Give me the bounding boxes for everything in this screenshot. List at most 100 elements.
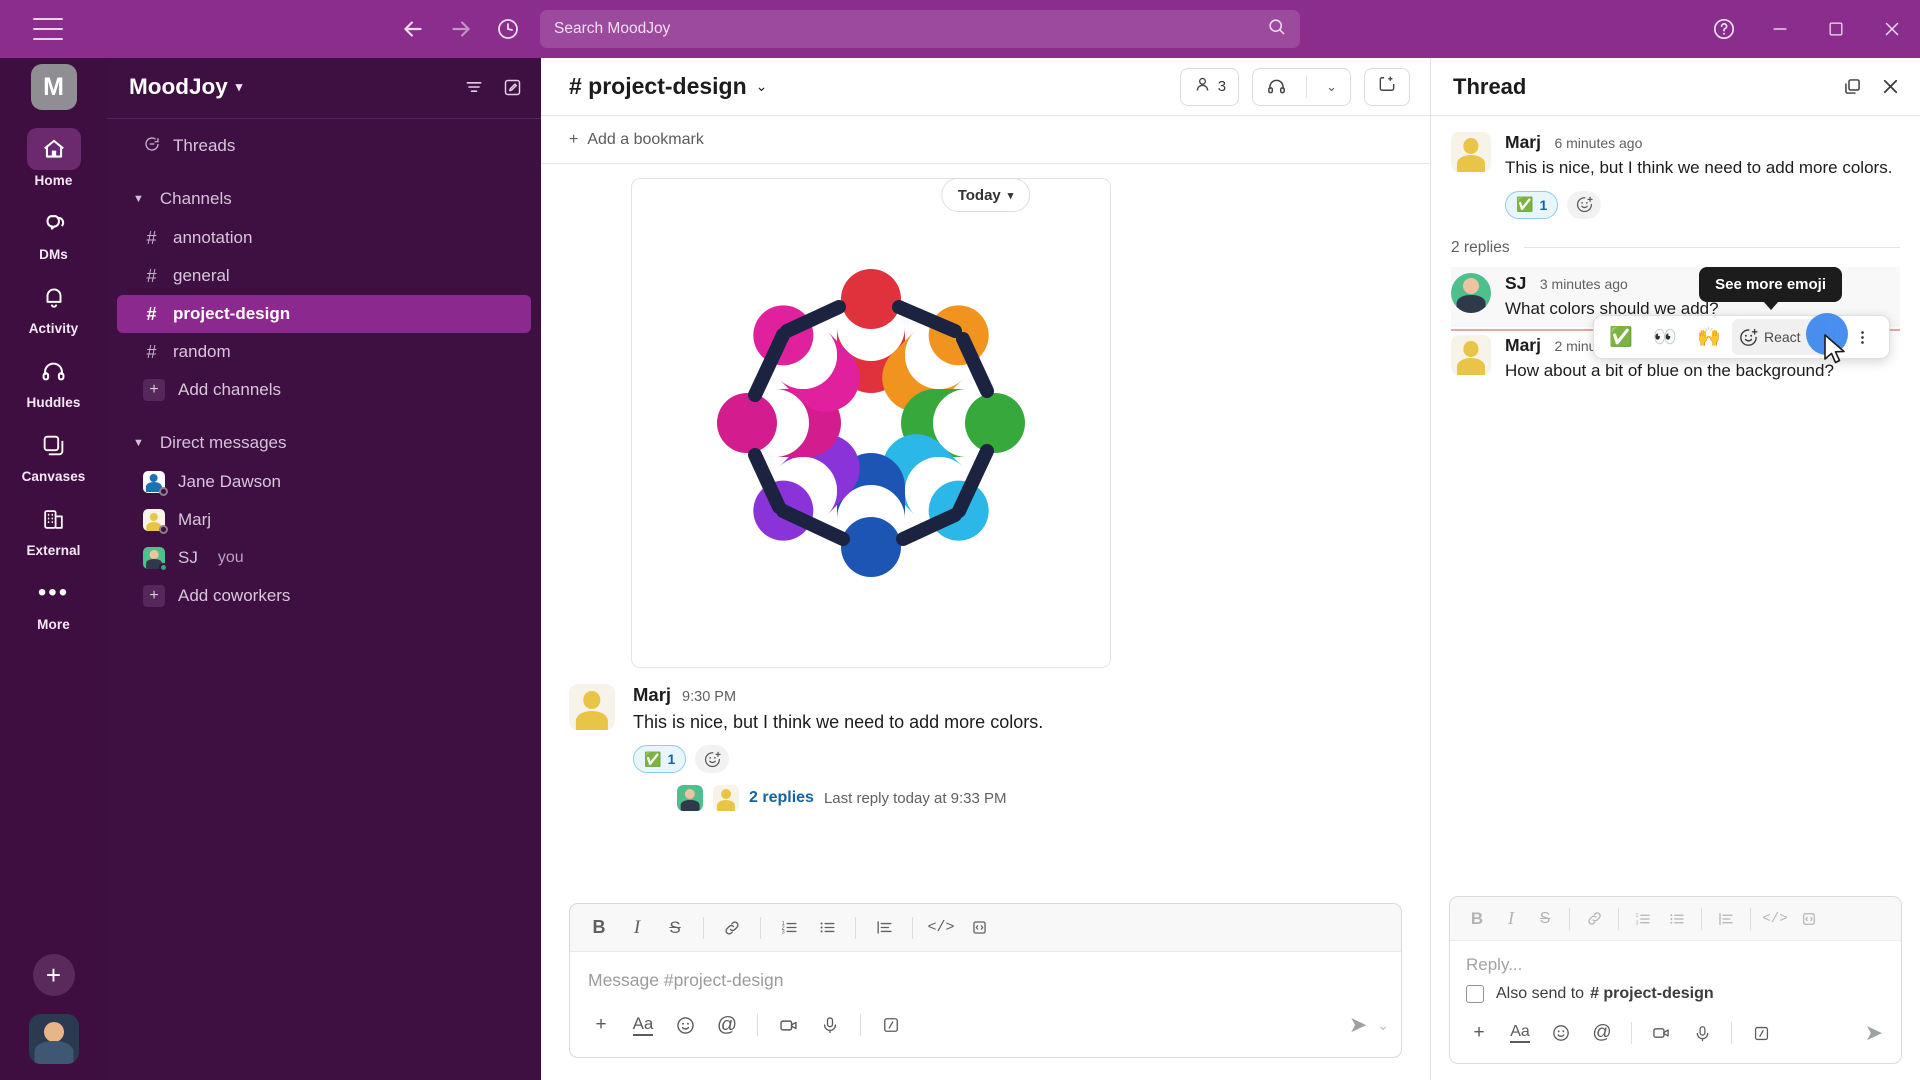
quick-reaction-check-icon[interactable]: ✅	[1600, 319, 1642, 355]
mention-icon[interactable]: @	[708, 1006, 746, 1044]
message-author[interactable]: SJ	[1505, 273, 1526, 293]
section-channels[interactable]: ▼ Channels	[107, 179, 541, 219]
italic-icon[interactable]: I	[1494, 902, 1528, 936]
send-icon[interactable]: ➤	[1857, 1020, 1891, 1046]
channel-title-button[interactable]: # project-design ⌄	[569, 73, 767, 100]
code-block-icon[interactable]	[1792, 902, 1826, 936]
formatting-icon[interactable]: Aa	[624, 1006, 662, 1044]
message-timestamp[interactable]: 6 minutes ago	[1554, 135, 1642, 151]
code-icon[interactable]: </>	[1758, 902, 1792, 936]
new-item-button[interactable]: +	[32, 954, 75, 996]
strikethrough-icon[interactable]: S	[658, 911, 692, 945]
rail-item-activity[interactable]: Activity	[18, 276, 90, 336]
workspace-avatar[interactable]: M	[30, 64, 77, 110]
new-canvas-button[interactable]	[1364, 67, 1410, 106]
send-options-chevron-down-icon[interactable]: ⌄	[1377, 1017, 1389, 1034]
open-in-window-icon[interactable]	[1842, 76, 1863, 97]
sidebar-item-threads[interactable]: Threads	[117, 127, 531, 165]
emoji-icon[interactable]	[666, 1006, 704, 1044]
emoji-icon[interactable]	[1542, 1014, 1580, 1052]
sidebar-item-add-coworkers[interactable]: + Add coworkers	[117, 577, 531, 615]
reaction-pill[interactable]: ✅ 1	[1505, 190, 1559, 219]
code-icon[interactable]: </>	[924, 911, 958, 945]
members-button[interactable]: 3	[1179, 67, 1240, 106]
link-icon[interactable]	[1577, 902, 1611, 936]
sidebar-item-annotation[interactable]: # annotation	[117, 219, 531, 257]
mention-icon[interactable]: @	[1583, 1014, 1621, 1052]
audio-icon[interactable]	[1683, 1014, 1721, 1052]
sidebar-item-general[interactable]: # general	[117, 257, 531, 295]
thread-replies-summary[interactable]: 2 replies Last reply today at 9:33 PM	[677, 785, 1402, 812]
message-input[interactable]: Message #project-design	[570, 952, 1401, 1001]
italic-icon[interactable]: I	[620, 911, 654, 945]
plus-icon[interactable]: +	[1460, 1014, 1498, 1052]
add-reaction-icon[interactable]	[1567, 190, 1602, 219]
checkbox[interactable]	[1466, 985, 1484, 1003]
message-timestamp[interactable]: 9:30 PM	[682, 689, 736, 705]
sidebar-item-random[interactable]: # random	[117, 333, 531, 371]
sidebar-item-project-design[interactable]: # project-design	[117, 295, 531, 333]
hamburger-menu-icon[interactable]	[33, 18, 63, 40]
link-icon[interactable]	[715, 911, 749, 945]
code-block-icon[interactable]	[962, 911, 996, 945]
avatar[interactable]	[1451, 272, 1491, 313]
date-divider-today[interactable]: Today ▾	[940, 178, 1031, 212]
message-image-attachment[interactable]	[631, 178, 1111, 668]
sidebar-item-dm-jane-dawson[interactable]: Jane Dawson	[117, 463, 531, 501]
clock-history-icon[interactable]	[496, 17, 520, 41]
bold-icon[interactable]: B	[1460, 902, 1494, 936]
ordered-list-icon[interactable]: 13	[1626, 902, 1660, 936]
blockquote-icon[interactable]	[1709, 902, 1743, 936]
audio-icon[interactable]	[811, 1006, 849, 1044]
rail-item-home[interactable]: Home	[18, 128, 90, 188]
rail-item-canvases[interactable]: Canvases	[18, 424, 90, 484]
close-icon[interactable]	[1864, 0, 1920, 58]
avatar[interactable]	[569, 684, 615, 730]
blockquote-icon[interactable]	[867, 911, 901, 945]
ordered-list-icon[interactable]: 123	[772, 911, 806, 945]
reply-input[interactable]: Reply...	[1450, 941, 1901, 983]
slash-command-icon[interactable]	[1742, 1014, 1780, 1052]
add-reaction-icon[interactable]	[695, 745, 730, 774]
send-icon[interactable]: ➤	[1341, 1012, 1375, 1038]
workspace-switcher[interactable]: MoodJoy ▾	[129, 74, 242, 100]
rail-item-dms[interactable]: DMs	[18, 202, 90, 262]
help-circle-icon[interactable]	[1696, 0, 1752, 58]
sidebar-item-dm-marj[interactable]: Marj	[117, 501, 531, 539]
message-author[interactable]: Marj	[1505, 335, 1541, 355]
bold-icon[interactable]: B	[582, 911, 616, 945]
rail-item-external[interactable]: External	[18, 498, 90, 558]
replies-count-link[interactable]: 2 replies	[749, 789, 814, 807]
message-author[interactable]: Marj	[1505, 132, 1541, 152]
huddle-button[interactable]: ⌄	[1252, 67, 1351, 106]
reaction-pill[interactable]: ✅ 1	[633, 745, 687, 774]
plus-icon[interactable]: +	[582, 1006, 620, 1044]
search-input[interactable]: Search MoodJoy	[540, 10, 1300, 48]
add-bookmark-button[interactable]: + Add a bookmark	[541, 116, 1430, 164]
section-direct-messages[interactable]: ▼ Direct messages	[107, 423, 541, 463]
forward-arrow-icon[interactable]	[448, 16, 474, 42]
back-arrow-icon[interactable]	[400, 16, 426, 42]
slash-command-icon[interactable]	[872, 1006, 910, 1044]
rail-item-more[interactable]: ••• More	[18, 572, 90, 633]
quick-reaction-raised-hands-icon[interactable]: 🙌	[1688, 319, 1730, 355]
message-author[interactable]: Marj	[633, 684, 671, 706]
avatar[interactable]	[28, 1014, 79, 1064]
maximize-icon[interactable]	[1808, 0, 1864, 58]
compose-icon[interactable]	[502, 77, 523, 98]
filter-icon[interactable]	[464, 77, 484, 97]
chevron-down-icon[interactable]: ⌄	[1313, 68, 1350, 106]
avatar[interactable]	[1451, 335, 1491, 375]
sidebar-item-dm-sj[interactable]: SJ you	[117, 539, 531, 577]
video-icon[interactable]	[1642, 1014, 1680, 1052]
rail-item-huddles[interactable]: Huddles	[18, 350, 90, 410]
quick-reaction-eyes-icon[interactable]: 👀	[1644, 319, 1686, 355]
strikethrough-icon[interactable]: S	[1528, 902, 1562, 936]
avatar[interactable]	[1451, 132, 1491, 172]
bulleted-list-icon[interactable]	[1660, 902, 1694, 936]
sidebar-item-add-channels[interactable]: + Add channels	[117, 371, 531, 409]
close-icon[interactable]	[1879, 75, 1902, 98]
bulleted-list-icon[interactable]	[810, 911, 844, 945]
video-icon[interactable]	[769, 1006, 807, 1044]
formatting-icon[interactable]: Aa	[1501, 1014, 1539, 1052]
